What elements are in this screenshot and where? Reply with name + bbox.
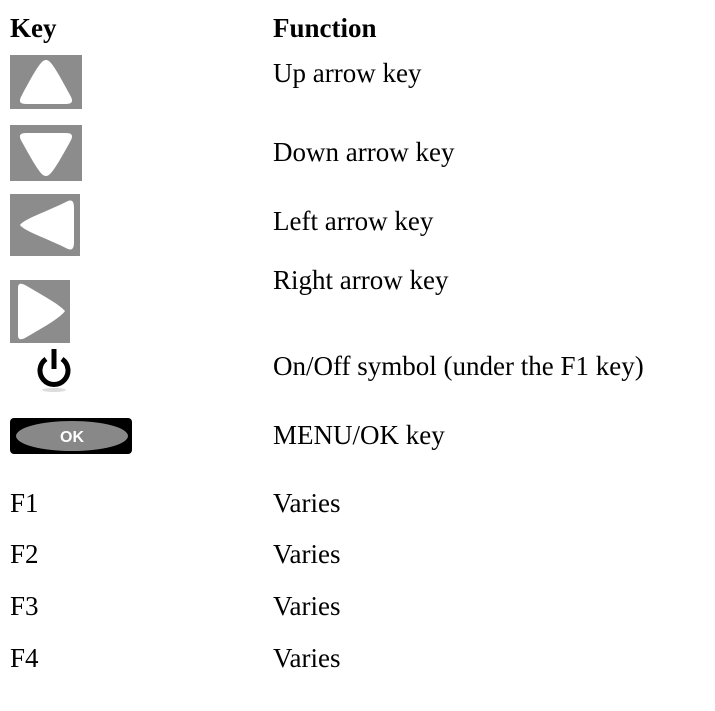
function-text: Left arrow key <box>273 206 434 236</box>
key-label: F1 <box>10 488 39 518</box>
left-arrow-icon <box>10 194 80 256</box>
key-label: F3 <box>10 591 39 621</box>
down-arrow-icon <box>10 125 82 181</box>
key-column-header: Key <box>10 13 57 43</box>
function-text: Varies <box>273 591 341 621</box>
function-text: Down arrow key <box>273 137 455 167</box>
ok-button-icon: OK <box>10 418 132 454</box>
function-text: Varies <box>273 643 341 673</box>
power-icon <box>34 347 74 393</box>
function-text: Varies <box>273 539 341 569</box>
ok-label: OK <box>60 429 84 446</box>
function-text: Up arrow key <box>273 58 422 88</box>
right-arrow-icon <box>10 280 70 343</box>
function-text: Right arrow key <box>273 265 449 295</box>
key-label: F2 <box>10 539 39 569</box>
function-text: Varies <box>273 488 341 518</box>
key-label: F4 <box>10 643 39 673</box>
function-text: MENU/OK key <box>273 420 445 450</box>
up-arrow-icon <box>10 55 82 109</box>
function-column-header: Function <box>273 13 377 43</box>
function-text: On/Off symbol (under the F1 key) <box>273 351 644 381</box>
